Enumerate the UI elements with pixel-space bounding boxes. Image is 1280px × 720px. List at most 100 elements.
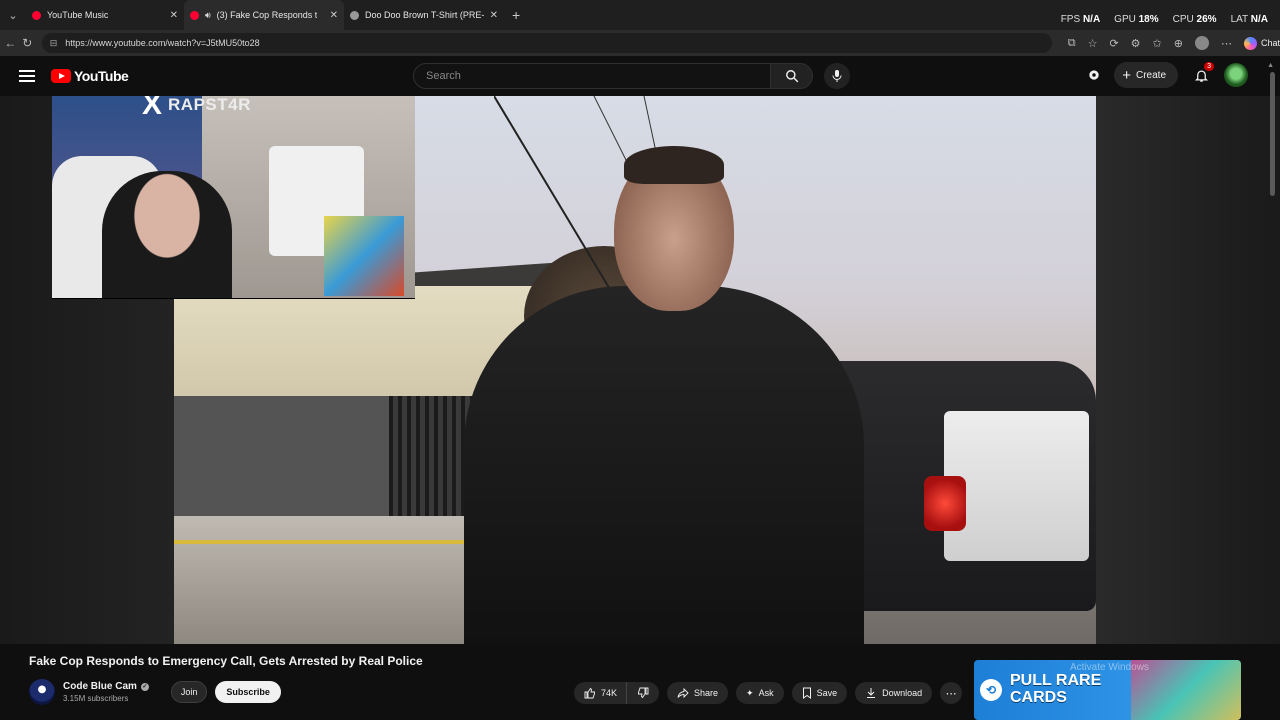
split-screen-icon[interactable]: ⧉ [1068, 37, 1076, 50]
thumbs-down-icon [638, 687, 649, 699]
youtube-music-favicon-icon [32, 10, 41, 20]
microphone-icon [832, 70, 842, 82]
tab-title: Doo Doo Brown T-Shirt (PRE-ORD [365, 10, 484, 20]
browser-toolbar: ← ↻ ⊟ https://www.youtube.com/watch?v=J5… [0, 30, 1280, 56]
fps-stat: FPS N/A [1060, 13, 1101, 25]
like-dislike-group: 74K [574, 682, 660, 704]
share-arrow-icon [677, 687, 689, 699]
video-player[interactable]: X RAPST4R [0, 96, 1280, 644]
search-button[interactable] [771, 63, 813, 89]
voice-search-button[interactable] [824, 63, 850, 89]
streamer-name: RAPST4R [168, 96, 251, 114]
chat-label: Chat [1260, 38, 1280, 48]
extension-gear-icon[interactable] [1086, 67, 1102, 83]
youtube-wordmark: YouTube [74, 68, 129, 84]
copilot-logo-icon [1243, 36, 1257, 50]
youtube-favicon-icon [190, 10, 199, 20]
youtube-logo[interactable]: YouTube [51, 68, 129, 84]
guide-menu-icon[interactable] [19, 70, 35, 82]
like-count: 74K [601, 688, 618, 698]
metal-gate [389, 396, 474, 526]
page-scrollbar-thumb[interactable] [1270, 72, 1275, 196]
back-arrow-icon[interactable]: ← [2, 36, 19, 50]
share-button[interactable]: Share [667, 682, 729, 704]
join-button[interactable]: Join [170, 681, 208, 703]
streamer-brand: X RAPST4R [142, 96, 251, 120]
channel-row: Code Blue Cam ✓ 3.15M subscribers Join S… [29, 677, 281, 707]
youtube-masthead: YouTube Search + Create 3 [0, 56, 1280, 96]
player-letterbox-right [1096, 96, 1280, 644]
tab-youtube-music[interactable]: YouTube Music ✕ [26, 0, 184, 30]
ad-headline-line2: CARDS [1010, 689, 1067, 706]
collections-icon[interactable]: ⊕ [1174, 37, 1183, 50]
like-button[interactable]: 74K [574, 682, 628, 704]
search-placeholder: Search [426, 70, 461, 82]
profile-avatar[interactable] [1194, 36, 1209, 50]
save-button[interactable]: Save [791, 682, 848, 704]
scroll-up-arrow-icon[interactable]: ▲ [1267, 62, 1274, 69]
channel-avatar[interactable] [29, 679, 55, 705]
favorite-star-icon[interactable]: ☆ [1088, 37, 1098, 50]
download-button[interactable]: Download [855, 682, 933, 704]
browser-tab-strip: ⌄ YouTube Music ✕ 🔊︎ (3) Fake Cop Respon… [0, 0, 1280, 30]
sparkle-icon: ✦ [746, 687, 754, 698]
extension-puzzle-icon[interactable]: ⚙ [1131, 37, 1141, 50]
channel-info: Code Blue Cam ✓ 3.15M subscribers [63, 681, 149, 703]
create-button[interactable]: + Create [1114, 62, 1178, 88]
ad-headline: PULL RARE CARDS [1010, 672, 1102, 707]
dislike-button[interactable] [627, 682, 660, 704]
gpu-stat: GPU 18% [1114, 13, 1159, 25]
x-logo-icon: X [142, 96, 163, 121]
yellow-curb [174, 540, 474, 544]
tab-fake-cop-video[interactable]: 🔊︎ (3) Fake Cop Responds to Em ✕ [184, 0, 344, 30]
tab-list-chevron-icon[interactable]: ⌄ [0, 0, 26, 30]
notification-count-badge: 3 [1204, 62, 1214, 71]
tab-doo-doo-brown-shirt[interactable]: Doo Doo Brown T-Shirt (PRE-ORD ✕ [344, 0, 504, 30]
ask-label: Ask [758, 688, 774, 698]
speaker-icon[interactable]: 🔊︎ [205, 10, 211, 21]
officer-hair [624, 146, 724, 184]
plus-icon: + [1122, 66, 1131, 84]
search-icon [785, 70, 798, 83]
cpu-stat: CPU 26% [1172, 13, 1217, 25]
close-tab-icon[interactable]: ✕ [170, 10, 178, 21]
reload-icon[interactable]: ↻ [19, 36, 36, 50]
tab-title: YouTube Music [47, 10, 109, 20]
more-actions-button[interactable]: ⋯ [940, 682, 963, 704]
video-title: Fake Cop Responds to Emergency Call, Get… [29, 654, 423, 668]
close-tab-icon[interactable]: ✕ [330, 10, 338, 21]
share-label: Share [694, 688, 719, 698]
url-text: https://www.youtube.com/watch?v=J5tMU50t… [65, 38, 260, 48]
webcam-art-poster [324, 216, 404, 296]
subscribe-button[interactable]: Subscribe [215, 681, 281, 703]
lat-stat: LAT N/A [1230, 13, 1268, 25]
search-input[interactable]: Search [413, 63, 771, 89]
ad-brand-logo-icon: ⟲ [980, 679, 1002, 701]
copilot-chat-button[interactable]: Chat [1243, 36, 1280, 50]
bookmark-icon [802, 687, 811, 699]
channel-name-text: Code Blue Cam [63, 681, 137, 692]
new-tab-button[interactable]: + [504, 7, 528, 23]
more-menu-icon[interactable]: ⋯ [1221, 37, 1232, 50]
tab-title: (3) Fake Cop Responds to Em [216, 10, 317, 20]
masthead-actions: + Create 3 [1086, 62, 1248, 88]
extension-row: ⧉ ☆ ⟳ ⚙ ✩ ⊕ ⋯ Chat [1068, 36, 1280, 50]
ask-button[interactable]: ✦ Ask [736, 682, 784, 704]
webcam-overlay: X RAPST4R [52, 96, 415, 299]
thumbs-up-icon [584, 687, 595, 699]
windows-activation-watermark: Activate Windows [1070, 662, 1149, 673]
address-bar[interactable]: ⊟ https://www.youtube.com/watch?v=J5tMU5… [41, 33, 1052, 53]
refresh-extension-icon[interactable]: ⟳ [1109, 37, 1118, 50]
account-avatar[interactable] [1224, 63, 1248, 87]
channel-name[interactable]: Code Blue Cam ✓ [63, 681, 149, 692]
youtube-play-icon [51, 69, 71, 83]
create-label: Create [1135, 69, 1166, 81]
webcam-streamer [102, 171, 232, 298]
favorites-icon[interactable]: ✩ [1153, 37, 1162, 50]
download-arrow-icon [867, 688, 876, 698]
site-info-icon[interactable]: ⊟ [50, 38, 58, 49]
ad-headline-line1: PULL RARE [1010, 672, 1102, 690]
save-label: Save [816, 688, 838, 698]
notifications-button[interactable]: 3 [1190, 62, 1214, 86]
close-tab-icon[interactable]: ✕ [490, 10, 498, 21]
